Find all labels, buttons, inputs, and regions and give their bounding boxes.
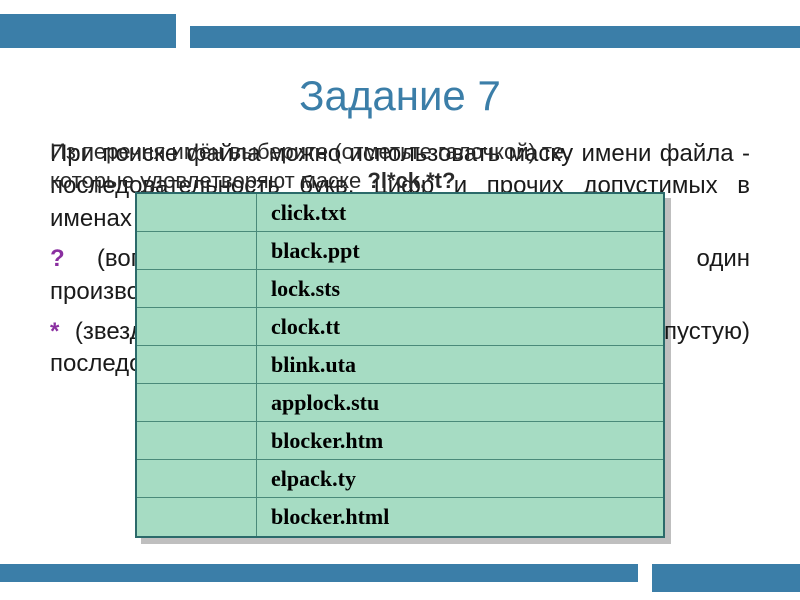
filename-cell: blink.uta: [257, 352, 663, 378]
table-row: applock.stu: [137, 384, 663, 422]
table-row: clock.tt: [137, 308, 663, 346]
filename-cell: blocker.html: [257, 504, 663, 530]
checkbox-cell[interactable]: [137, 422, 257, 459]
checkbox-cell[interactable]: [137, 194, 257, 231]
checkbox-cell[interactable]: [137, 460, 257, 497]
task-instruction: Из перечня имён выберите (отметьте галоч…: [50, 138, 750, 195]
table-row: elpack.ty: [137, 460, 663, 498]
filename-cell: elpack.ty: [257, 466, 663, 492]
filename-cell: blocker.htm: [257, 428, 663, 454]
table-row: click.txt: [137, 194, 663, 232]
table-row: blink.uta: [137, 346, 663, 384]
file-mask: ?l*ck.*t?: [367, 168, 455, 193]
bottom-ribbon: [0, 550, 800, 600]
table-row: blocker.htm: [137, 422, 663, 460]
top-ribbon: [0, 0, 800, 64]
table-row: lock.sts: [137, 270, 663, 308]
filename-cell: black.ppt: [257, 238, 663, 264]
file-list-table: click.txt black.ppt lock.sts clock.tt bl…: [135, 192, 665, 538]
symbol-question: ?: [50, 245, 65, 272]
filename-cell: lock.sts: [257, 276, 663, 302]
checkbox-cell[interactable]: [137, 232, 257, 269]
checkbox-cell[interactable]: [137, 270, 257, 307]
symbol-asterisk: *: [50, 318, 59, 345]
filename-cell: click.txt: [257, 200, 663, 226]
filename-cell: clock.tt: [257, 314, 663, 340]
table-row: blocker.html: [137, 498, 663, 536]
table-row: black.ppt: [137, 232, 663, 270]
checkbox-cell[interactable]: [137, 308, 257, 345]
checkbox-cell[interactable]: [137, 384, 257, 421]
checkbox-cell[interactable]: [137, 498, 257, 536]
checkbox-cell[interactable]: [137, 346, 257, 383]
slide-title: Задание 7: [0, 72, 800, 120]
filename-cell: applock.stu: [257, 390, 663, 416]
